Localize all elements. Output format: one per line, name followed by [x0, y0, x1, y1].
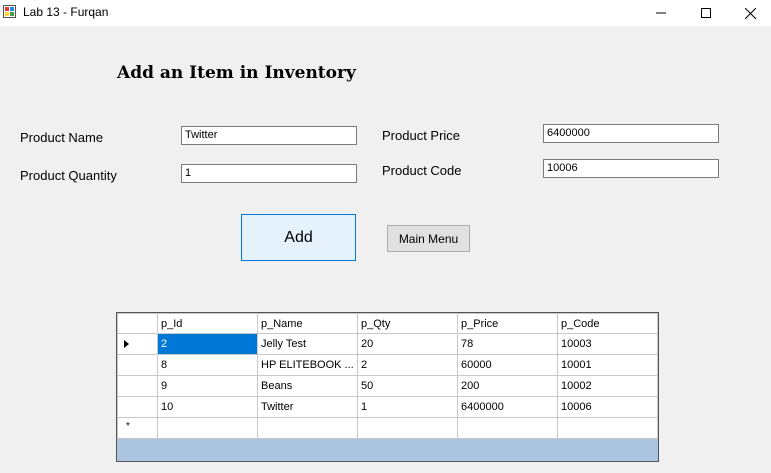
close-icon: [745, 7, 756, 19]
table-cell[interactable]: [557, 417, 658, 439]
table-cell[interactable]: 10002: [557, 375, 658, 397]
add-button[interactable]: Add: [241, 214, 356, 261]
row-header-corner: [117, 313, 158, 334]
table-cell[interactable]: 2: [157, 333, 258, 355]
window-title: Lab 13 - Furqan: [23, 5, 109, 19]
header-row: p_Id p_Name p_Qty p_Price p_Code: [117, 313, 658, 334]
table-cell[interactable]: 10006: [557, 396, 658, 418]
table-cell[interactable]: [157, 417, 258, 439]
product-code-input[interactable]: 10006: [543, 159, 719, 178]
row-header[interactable]: [117, 354, 158, 376]
table-cell[interactable]: Jelly Test: [257, 333, 358, 355]
form-heading: Add an Item in Inventory: [117, 63, 356, 83]
product-price-input[interactable]: 6400000: [543, 124, 719, 143]
table-row[interactable]: 9 Beans 50 200 10002: [117, 375, 658, 397]
app-icon: [3, 5, 16, 18]
title-bar: Lab 13 - Furqan: [0, 0, 771, 26]
table-cell[interactable]: Beans: [257, 375, 358, 397]
product-name-input[interactable]: Twitter: [181, 126, 357, 145]
maximize-icon: [700, 8, 711, 18]
table-cell[interactable]: 6400000: [457, 396, 558, 418]
column-header-p-id[interactable]: p_Id: [157, 313, 258, 334]
table-cell[interactable]: [357, 417, 458, 439]
table-cell[interactable]: 10: [157, 396, 258, 418]
table-cell[interactable]: 200: [457, 375, 558, 397]
row-header[interactable]: *: [117, 417, 158, 439]
product-quantity-label: Product Quantity: [20, 168, 117, 183]
inventory-grid[interactable]: p_Id p_Name p_Qty p_Price p_Code 2 Jelly…: [116, 312, 659, 462]
table-cell[interactable]: HP ELITEBOOK ...: [257, 354, 358, 376]
column-header-p-qty[interactable]: p_Qty: [357, 313, 458, 334]
product-code-label: Product Code: [382, 163, 462, 178]
product-quantity-input[interactable]: 1: [181, 164, 357, 183]
close-button[interactable]: [728, 0, 771, 26]
table-row[interactable]: 8 HP ELITEBOOK ... 2 60000 10001: [117, 354, 658, 376]
new-row[interactable]: *: [117, 417, 658, 439]
table-cell[interactable]: 2: [357, 354, 458, 376]
column-header-p-code[interactable]: p_Code: [557, 313, 658, 334]
table-cell[interactable]: [457, 417, 558, 439]
table-row[interactable]: 10 Twitter 1 6400000 10006: [117, 396, 658, 418]
table-cell[interactable]: Twitter: [257, 396, 358, 418]
inventory-table: p_Id p_Name p_Qty p_Price p_Code 2 Jelly…: [117, 313, 658, 439]
column-header-p-name[interactable]: p_Name: [257, 313, 358, 334]
table-cell[interactable]: [257, 417, 358, 439]
table-cell[interactable]: 20: [357, 333, 458, 355]
current-row-arrow-icon: [124, 340, 129, 348]
new-row-marker-icon: *: [126, 421, 130, 432]
table-cell[interactable]: 8: [157, 354, 258, 376]
row-header[interactable]: [117, 396, 158, 418]
table-cell[interactable]: 50: [357, 375, 458, 397]
maximize-button[interactable]: [683, 0, 728, 26]
table-cell[interactable]: 60000: [457, 354, 558, 376]
table-cell[interactable]: 10003: [557, 333, 658, 355]
table-cell[interactable]: 9: [157, 375, 258, 397]
product-name-label: Product Name: [20, 130, 104, 145]
table-cell[interactable]: 78: [457, 333, 558, 355]
row-header[interactable]: [117, 333, 158, 355]
table-row[interactable]: 2 Jelly Test 20 78 10003: [117, 333, 658, 355]
minimize-button[interactable]: [638, 0, 683, 26]
table-cell[interactable]: 10001: [557, 354, 658, 376]
row-header[interactable]: [117, 375, 158, 397]
column-header-p-price[interactable]: p_Price: [457, 313, 558, 334]
main-menu-button[interactable]: Main Menu: [387, 225, 470, 252]
product-price-label: Product Price: [382, 128, 461, 143]
minimize-icon: [655, 12, 666, 14]
table-cell[interactable]: 1: [357, 396, 458, 418]
